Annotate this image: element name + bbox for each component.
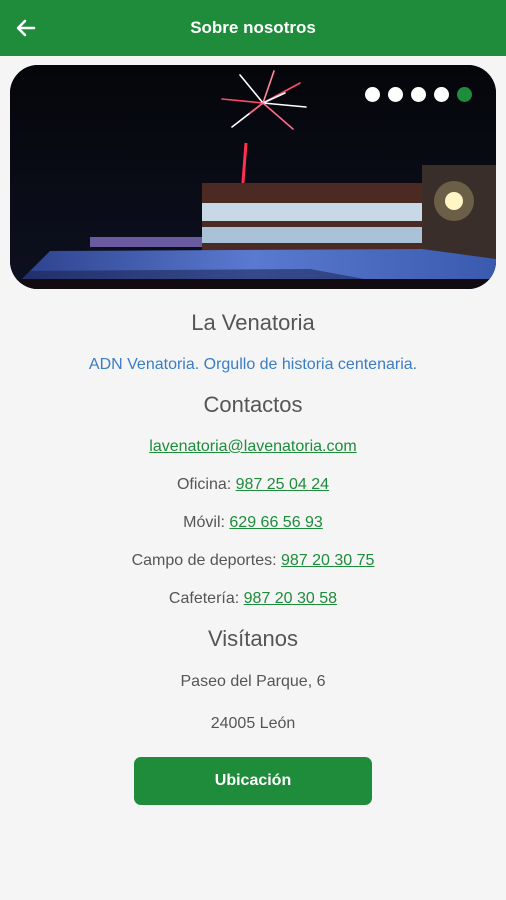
carousel-dot[interactable] [434,87,449,102]
carousel-dot[interactable] [365,87,380,102]
cafe-phone-link[interactable]: 987 20 30 58 [244,590,337,607]
club-name-heading: La Venatoria [191,310,315,335]
club-tagline: ADN Venatoria. Orgullo de historia cente… [88,356,418,373]
email-line: lavenatoria@lavenatoria.com [0,438,506,456]
about-section: La Venatoria ADN Venatoria. Orgullo de h… [0,289,506,805]
email-link[interactable]: lavenatoria@lavenatoria.com [149,438,356,455]
arrow-left-icon[interactable] [12,14,40,42]
carousel-indicators [365,87,472,102]
photo-carousel[interactable] [10,65,496,289]
location-button[interactable]: Ubicación [134,757,372,805]
address-line-1: Paseo del Parque, 6 [180,673,326,690]
cafe-label: Cafetería: [168,590,240,607]
mobile-phone-link[interactable]: 629 66 56 93 [229,514,322,531]
office-line: Oficina: 987 25 04 24 [0,476,506,494]
page-title: Sobre nosotros [190,18,316,37]
visit-heading: Visítanos [207,626,299,651]
carousel-dot[interactable] [411,87,426,102]
carousel-dot-active[interactable] [457,87,472,102]
sports-label: Campo de deportes: [131,552,277,569]
office-phone-link[interactable]: 987 25 04 24 [236,476,329,493]
contacts-heading: Contactos [203,392,303,417]
mobile-line: Móvil: 629 66 56 93 [0,514,506,532]
app-bar: Sobre nosotros [0,0,506,56]
sports-line: Campo de deportes: 987 20 30 75 [0,552,506,570]
cafe-line: Cafetería: 987 20 30 58 [0,590,506,608]
carousel-dot[interactable] [388,87,403,102]
mobile-label: Móvil: [183,514,225,531]
sports-phone-link[interactable]: 987 20 30 75 [281,552,374,569]
address-line-2: 24005 León [210,715,296,732]
office-label: Oficina: [176,476,232,493]
